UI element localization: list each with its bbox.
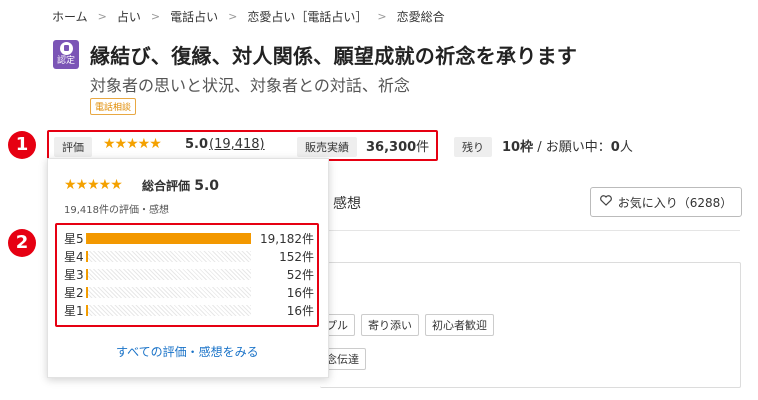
rating-bar-fill [87, 232, 251, 244]
see-all-reviews-link[interactable]: すべての評価・感想をみる [116, 343, 259, 360]
breadcrumb-love-fortune[interactable]: 恋愛占い［電話占い］ [247, 8, 367, 25]
requesting-label: お願い中： [545, 140, 611, 155]
breadcrumb-separator: > [150, 10, 161, 23]
breadcrumb-phone-fortune[interactable]: 電話占い [170, 8, 218, 25]
overall-label: 総合評価 [142, 179, 191, 193]
rating-value: 5.0 [185, 137, 209, 152]
overall-value: 5.0 [194, 178, 220, 194]
badge-icon [59, 42, 73, 55]
availability-status: 10枠 / お願い中：0人 [502, 136, 633, 155]
tag-chip[interactable]: 寄り添い [361, 314, 419, 336]
tab-reviews[interactable]: 感想 [333, 193, 361, 213]
breadcrumb-separator: > [228, 10, 238, 23]
rating-bar-fill [87, 250, 89, 262]
certified-badge-label: 認定 [56, 56, 75, 66]
remaining-value: 10枠 [502, 140, 534, 155]
rating-row-label: 星1 [64, 303, 84, 318]
rating-row[interactable]: 星4 152件 [64, 247, 314, 265]
favorite-label: お気に入り（6288） [617, 195, 733, 210]
rating-label: 評価 [54, 137, 92, 157]
rating-stars-icon: ★★★★★ [103, 136, 162, 152]
rating-row[interactable]: 星3 52件 [64, 265, 314, 283]
sales-record: 36,300件 [366, 136, 429, 155]
rating-row-label: 星4 [64, 249, 84, 264]
breadcrumb-separator: > [377, 10, 387, 23]
requesting-unit: 人 [619, 140, 633, 155]
tab-divider [320, 230, 740, 231]
breadcrumb-love-general: 恋愛総合 [396, 10, 445, 24]
rating-row-count: 152件 [279, 249, 314, 264]
rating-row-count: 52件 [286, 267, 314, 282]
breadcrumb-separator: > [97, 10, 107, 23]
rating-row[interactable]: 星2 16件 [64, 283, 314, 301]
page-title: 縁結び、復縁、対人関係、願望成就の祈念を承ります [90, 44, 578, 68]
rating-row-count: 16件 [286, 303, 314, 318]
sales-unit: 件 [416, 140, 430, 155]
rating-row[interactable]: 星5 19,182件 [64, 229, 314, 247]
requesting-value: 0 [610, 140, 620, 155]
certified-badge: 認定 [53, 40, 79, 69]
breadcrumb: ホーム > 占い > 電話占い > 恋愛占い［電話占い］ > 恋愛総合 [52, 8, 445, 25]
remaining-label: 残り [454, 137, 492, 157]
popup-review-count: 19,418件の評価・感想 [64, 205, 169, 216]
slash-separator: / [537, 140, 542, 155]
popup-stars-icon: ★★★★★ [64, 177, 123, 193]
heart-icon [599, 195, 612, 209]
rating-row[interactable]: 星1 16件 [64, 301, 314, 319]
breadcrumb-fortune[interactable]: 占い [117, 8, 141, 25]
rating-row-count: 16件 [286, 285, 314, 300]
annotation-marker-1: 1 [8, 131, 36, 159]
favorite-button[interactable]: お気に入り（6288） [590, 187, 742, 217]
overall-rating: 総合評価 5.0 [142, 177, 219, 194]
rating-row-label: 星2 [64, 285, 84, 300]
rating-bar-track [86, 268, 251, 280]
rating-bar-track [86, 286, 251, 298]
rating-bar-track [86, 232, 251, 244]
sales-label: 販売実績 [297, 137, 357, 157]
phone-consult-tag: 電話相談 [90, 98, 137, 115]
breadcrumb-home[interactable]: ホーム [52, 8, 88, 25]
tag-chip-row-1: プル 寄り添い 初心者歓迎 [320, 314, 494, 336]
page-subtitle: 対象者の思いと状況、対象者との対話、祈念 [90, 76, 410, 95]
tag-chip[interactable]: 初心者歓迎 [425, 314, 494, 336]
rating-bar-track [86, 250, 251, 262]
rating-row-count: 19,182件 [260, 231, 314, 246]
review-count-link[interactable]: (19,418) [209, 137, 265, 152]
rating-row-label: 星5 [64, 231, 84, 246]
annotation-marker-2: 2 [8, 229, 36, 257]
rating-bar-track [86, 304, 251, 316]
sales-value: 36,300 [366, 140, 417, 155]
rating-row-label: 星3 [64, 267, 84, 282]
